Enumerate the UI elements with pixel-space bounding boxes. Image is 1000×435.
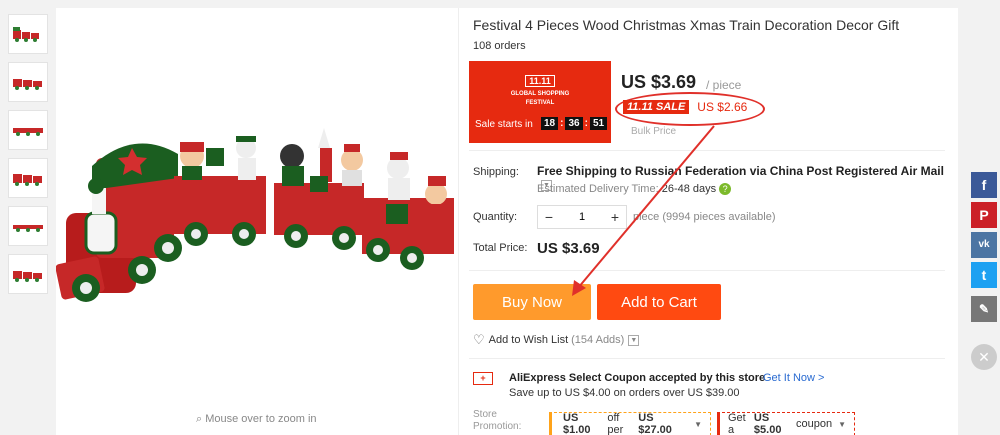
thumbnail-1[interactable] <box>8 14 48 54</box>
delivery-time: Estimated Delivery Time: 26-48 days? <box>537 183 732 196</box>
order-count: 108 orders <box>473 40 526 52</box>
thumbnail-3[interactable] <box>8 110 48 150</box>
festival-promo-banner: 11.11 GLOBAL SHOPPING FESTIVAL Sale star… <box>469 61 611 143</box>
divider <box>469 270 945 271</box>
wishlist-count: (154 Adds) <box>571 334 625 346</box>
close-icon[interactable]: ✕ <box>971 344 997 370</box>
divider <box>469 358 945 359</box>
buy-now-button[interactable]: Buy Now <box>473 284 591 320</box>
chevron-down-icon: ▼ <box>838 419 846 429</box>
timer-minutes: 36 <box>565 117 583 130</box>
coupon-title: AliExpress Select Coupon accepted by thi… <box>509 372 766 384</box>
quantity-increase-button[interactable]: + <box>604 209 626 225</box>
add-to-cart-button[interactable]: Add to Cart <box>597 284 721 320</box>
product-price: US $3.69 <box>621 72 697 92</box>
sale-starts-label: Sale starts in <box>475 119 533 130</box>
product-page: ⌕ Mouse over to zoom in Festival 4 Piece… <box>0 0 1000 435</box>
total-price-label: Total Price: <box>473 242 528 254</box>
thumbnail-6[interactable] <box>8 254 48 294</box>
timer-hours: 18 <box>541 117 559 130</box>
get-coupon-link[interactable]: Get It Now > <box>763 372 824 384</box>
store-promotion-label: Store Promotion: <box>473 409 522 432</box>
quantity-available: piece (9994 pieces available) <box>633 211 776 223</box>
magnifier-icon: ⌕ <box>196 413 203 425</box>
twitter-icon[interactable]: t <box>971 262 997 288</box>
store-discount-chip[interactable]: US $1.00 off per US $27.00 ▼ <box>549 412 711 435</box>
zoom-hint: ⌕ Mouse over to zoom in <box>196 413 317 425</box>
store-coupon-chip[interactable]: Get a US $5.00 coupon ▼ <box>717 412 855 435</box>
vk-icon[interactable]: vk <box>971 232 997 258</box>
quantity-decrease-button[interactable]: − <box>538 209 560 225</box>
sale-badge: 11.11 SALE <box>623 100 690 114</box>
edit-icon[interactable]: ✎ <box>971 296 997 322</box>
coupon-icon: + <box>473 372 493 385</box>
pinterest-icon[interactable]: P <box>971 202 997 228</box>
thumbnail-strip <box>8 14 50 302</box>
price-unit: / piece <box>706 78 742 92</box>
divider <box>469 150 945 151</box>
product-title: Festival 4 Pieces Wood Christmas Xmas Tr… <box>473 17 900 33</box>
total-price: US $3.69 <box>537 240 600 257</box>
thumbnail-4[interactable] <box>8 158 48 198</box>
product-info-panel: Festival 4 Pieces Wood Christmas Xmas Tr… <box>458 8 958 435</box>
thumbnail-5[interactable] <box>8 206 48 246</box>
heart-icon: ♡ <box>473 332 485 347</box>
facebook-icon[interactable]: f <box>971 172 997 198</box>
festival-logo: 11.11 GLOBAL SHOPPING FESTIVAL <box>510 75 570 106</box>
quantity-stepper: − + <box>537 205 627 229</box>
main-product-image[interactable]: ⌕ Mouse over to zoom in <box>55 8 458 435</box>
quantity-label: Quantity: <box>473 211 518 223</box>
social-share-bar: f P vk t ✎ <box>971 172 997 326</box>
thumbnail-2[interactable] <box>8 62 48 102</box>
chevron-down-icon[interactable]: ▼ <box>628 334 640 346</box>
train-illustration <box>55 128 454 302</box>
sale-price-row: 11.11 SALE US $2.66 <box>623 100 747 114</box>
countdown-timer: 18 : 36 : 51 <box>541 117 608 130</box>
help-icon[interactable]: ? <box>719 183 732 196</box>
shipping-label: Shipping: <box>473 166 519 178</box>
bulk-price-link[interactable]: Bulk Price <box>631 126 676 137</box>
sale-price: US $2.66 <box>697 100 748 114</box>
add-to-wishlist[interactable]: ♡ Add to Wish List (154 Adds) ▼ <box>473 332 640 348</box>
quantity-input[interactable] <box>560 206 604 228</box>
chevron-down-icon: ▼ <box>694 419 702 429</box>
timer-seconds: 51 <box>589 117 608 130</box>
coupon-description: Save up to US $4.00 on orders over US $3… <box>509 387 740 399</box>
